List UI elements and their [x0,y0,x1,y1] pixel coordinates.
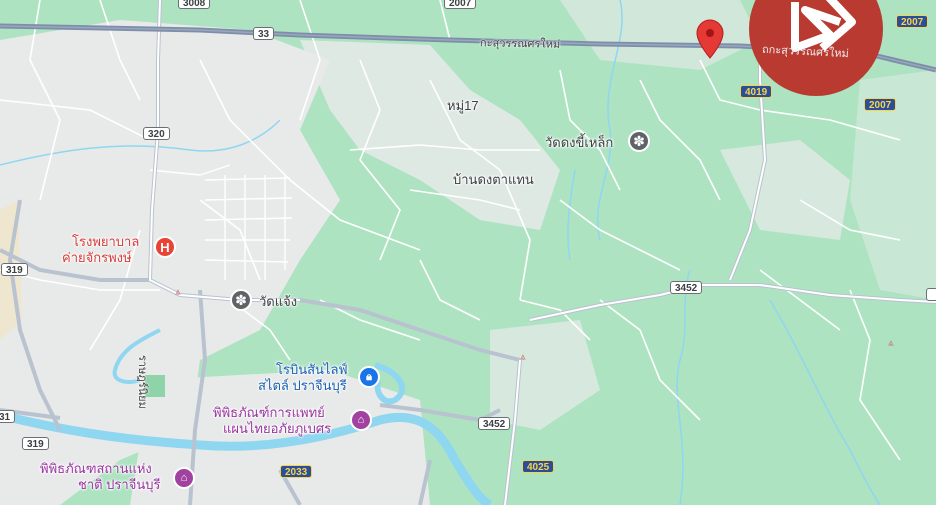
route-shield-4025: 4025 [522,460,555,473]
museum-icon[interactable]: ⌂ [350,409,372,431]
route-shield-2007-top: 2007 [444,0,477,9]
place-moo17[interactable]: หมู่17 [447,98,479,113]
place-national-museum-line1[interactable]: พิพิธภัณฑสถานแห่ง [40,461,152,476]
route-shield-31: 31 [0,410,16,423]
place-wat-dong-khi-lek[interactable]: วัดดงขี้เหล็ก [545,135,613,150]
temple-icon[interactable]: ✽ [628,130,650,152]
map-canvas[interactable] [0,0,936,505]
place-hospital-line2[interactable]: ค่ายจักรพงษ์ [62,250,132,265]
museum-icon[interactable]: ⌂ [173,467,195,489]
highway-name-label: กะสุวรรณศรใหม่ [479,37,561,51]
route-shield-33: 33 [253,27,275,40]
street-vertical-label: ราษฎร์นิยม [136,355,148,409]
route-shield-3452-b: 3452 [478,417,511,430]
route-shield-3452-a: 3452 [670,281,703,294]
hospital-icon[interactable]: H [154,236,176,258]
route-shield-3008: 3008 [178,0,211,9]
place-ban-dong-ta-haen[interactable]: บ้านดงตาแทน [453,172,534,187]
route-shield-2007-a: 2007 [896,15,929,28]
small-marker-icon[interactable]: ⩓ [888,338,894,349]
place-robinson-line2[interactable]: สไตล์ ปราจีนบุรี [258,378,347,393]
route-shield-2033: 2033 [280,465,313,478]
small-marker-icon[interactable]: ⩓ [175,287,181,298]
place-robinson-line1[interactable]: โรบินสันไลฟ์ [276,362,348,377]
route-shield-319-b: 319 [22,437,49,450]
route-shield-partial-east [926,288,936,301]
place-hospital-line1[interactable]: โรงพยาบาล [72,234,139,249]
place-medical-museum-line2[interactable]: แผนไทยอภัยภูเบศร [223,421,331,436]
route-shield-2007-b: 2007 [864,98,897,111]
route-shield-4019: 4019 [740,85,773,98]
temple-icon[interactable]: ✽ [230,289,252,311]
place-national-museum-line2[interactable]: ชาติ ปราจีนบุรี [78,477,160,492]
small-marker-icon[interactable]: ⩓ [520,352,526,363]
route-shield-319-a: 319 [1,263,28,276]
place-medical-museum-line1[interactable]: พิพิธภัณฑ์การแพทย์ [213,405,325,420]
route-shield-320: 320 [143,127,170,140]
place-wat-chaeng[interactable]: วัดแจ้ง [259,294,297,309]
shopping-bag-icon[interactable]: 🔒︎ [358,366,380,388]
